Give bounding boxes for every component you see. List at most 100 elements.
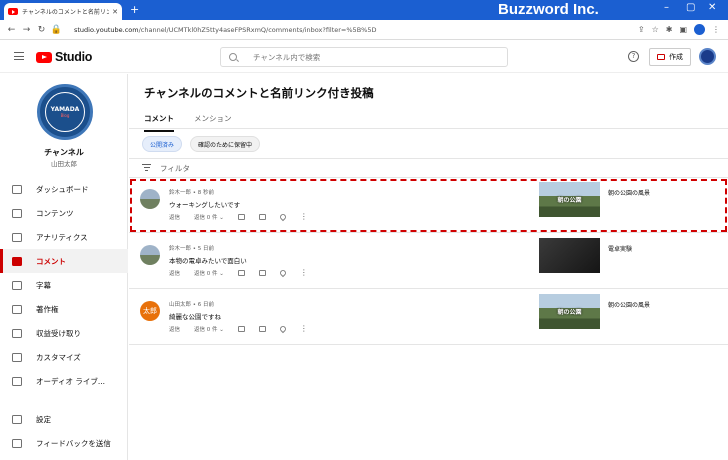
chip-held-for-review[interactable]: 確認のために保留中 — [190, 136, 261, 152]
copyright-icon — [12, 304, 22, 314]
comment-tabs: コメント メンション — [144, 113, 232, 132]
thumbs-down-icon[interactable] — [258, 214, 266, 220]
menu-icon[interactable] — [14, 52, 24, 63]
thumbs-up-icon[interactable] — [237, 270, 245, 276]
browser-tab[interactable]: チャンネルのコメントと名前リンク付き ✕ — [4, 3, 122, 20]
channel-avatar[interactable]: YAMADA Blog — [37, 84, 93, 140]
thumbs-up-icon[interactable] — [237, 326, 245, 332]
studio-header: Studio ? 作成 — [0, 41, 728, 73]
more-options-icon[interactable]: ⋮ — [300, 213, 308, 221]
video-thumbnail[interactable]: 朝の公園 — [539, 294, 600, 329]
customize-icon — [12, 352, 22, 362]
maximize-icon[interactable]: ▢ — [686, 2, 695, 13]
earn-icon — [12, 328, 22, 338]
minimize-icon[interactable]: – — [664, 2, 669, 13]
comment-text: ウォーキングしたいです — [169, 201, 241, 209]
video-title[interactable]: 朝の公園の風景 — [608, 188, 650, 197]
sidebar-nav: ダッシュボード コンテンツ アナリティクス コメント 字幕 著作権 収益受け取り… — [0, 177, 128, 393]
chip-published[interactable]: 公開済み — [142, 136, 183, 152]
thumbs-down-icon[interactable] — [258, 326, 266, 332]
tab-mentions[interactable]: メンション — [194, 113, 232, 132]
more-options-icon[interactable]: ⋮ — [300, 269, 308, 277]
account-avatar[interactable] — [699, 48, 716, 65]
share-icon[interactable]: ⇪ — [638, 25, 645, 34]
divider — [129, 158, 728, 159]
comment-text: 本物の電卓みたいで面白い — [169, 257, 247, 265]
comment-meta: 鈴木一郎 • 8 秒前 — [169, 190, 215, 196]
studio-logo[interactable]: Studio — [36, 50, 92, 64]
sidebar-item-copyright[interactable]: 著作権 — [0, 297, 128, 321]
comment-row: 太郎 山田太郎 • 6 日前 綺麗な公園ですね 返信 返信 0 件 ⌄ ⋮ 朝の… — [129, 290, 728, 345]
sidebar-item-settings[interactable]: 設定 — [0, 407, 128, 431]
comments-icon — [12, 256, 22, 266]
reply-button[interactable]: 返信 — [169, 213, 180, 221]
sidebar-item-content[interactable]: コンテンツ — [0, 201, 128, 225]
lock-icon: 🔒 — [50, 24, 63, 35]
comment-text: 綺麗な公園ですね — [169, 313, 221, 321]
sidebar-bottom-nav: 設定 フィードバックを送信 — [0, 407, 128, 455]
comment-meta: 山田太郎 • 6 日前 — [169, 302, 215, 308]
thumbs-up-icon[interactable] — [237, 214, 245, 220]
sidebar-item-comments[interactable]: コメント — [0, 249, 128, 273]
sidebar-item-analytics[interactable]: アナリティクス — [0, 225, 128, 249]
sidebar: YAMADA Blog チャンネル 山田太郎 ダッシュボード コンテンツ アナリ… — [0, 74, 128, 460]
sidebar-item-dashboard[interactable]: ダッシュボード — [0, 177, 128, 201]
sidepanel-icon[interactable]: ▣ — [679, 25, 687, 34]
settings-icon — [12, 414, 22, 424]
thumbs-down-icon[interactable] — [258, 270, 266, 276]
status-chips: 公開済み 確認のために保留中 — [142, 136, 261, 152]
channel-owner-name: 山田太郎 — [51, 160, 77, 168]
commenter-avatar[interactable]: 太郎 — [140, 301, 160, 321]
reply-button[interactable]: 返信 — [169, 269, 180, 277]
replies-dropdown[interactable]: 返信 0 件 ⌄ — [194, 269, 224, 277]
forward-icon[interactable]: → — [19, 25, 34, 35]
search-input[interactable] — [253, 52, 493, 62]
video-thumbnail[interactable] — [539, 238, 600, 273]
new-tab-icon[interactable]: + — [130, 3, 139, 17]
comment-actions: 返信 返信 0 件 ⌄ ⋮ — [169, 324, 308, 334]
commenter-avatar[interactable] — [140, 189, 160, 209]
comment-actions: 返信 返信 0 件 ⌄ ⋮ — [169, 212, 308, 222]
heart-icon[interactable] — [278, 268, 288, 278]
url-field[interactable]: studio.youtube.com/channel/UCMTkl0hZ5tty… — [74, 26, 638, 34]
divider — [129, 128, 728, 129]
bookmark-star-icon[interactable]: ☆ — [652, 25, 659, 34]
channel-label: チャンネル — [44, 148, 84, 157]
youtube-favicon-icon — [8, 8, 18, 15]
video-thumbnail[interactable]: 朝の公園 — [539, 182, 600, 217]
browser-profile-icon[interactable] — [694, 24, 705, 35]
content-icon — [12, 208, 22, 218]
sidebar-item-subtitles[interactable]: 字幕 — [0, 273, 128, 297]
heart-icon[interactable] — [278, 324, 288, 334]
tab-comments[interactable]: コメント — [144, 113, 174, 132]
video-title[interactable]: 朝の公園の風景 — [608, 300, 650, 309]
sidebar-item-customize[interactable]: カスタマイズ — [0, 345, 128, 369]
analytics-icon — [12, 232, 22, 242]
subtitles-icon — [12, 280, 22, 290]
tab-title: チャンネルのコメントと名前リンク付き — [22, 9, 110, 16]
browser-menu-icon[interactable]: ⋮ — [712, 25, 720, 34]
comment-meta: 鈴木一郎 • 5 日前 — [169, 246, 215, 252]
more-options-icon[interactable]: ⋮ — [300, 325, 308, 333]
search-box[interactable] — [220, 47, 508, 67]
replies-dropdown[interactable]: 返信 0 件 ⌄ — [194, 213, 224, 221]
commenter-avatar[interactable] — [140, 245, 160, 265]
replies-dropdown[interactable]: 返信 0 件 ⌄ — [194, 325, 224, 333]
reload-icon[interactable]: ↻ — [34, 25, 49, 35]
tab-close-icon[interactable]: ✕ — [112, 8, 118, 16]
help-icon[interactable]: ? — [628, 51, 639, 62]
video-camera-icon — [657, 54, 665, 60]
address-bar: ← → ↻ 🔒 studio.youtube.com/channel/UCMTk… — [0, 20, 728, 40]
sidebar-item-feedback[interactable]: フィードバックを送信 — [0, 431, 128, 455]
video-title[interactable]: 電卓実験 — [608, 244, 632, 253]
sidebar-item-audio-library[interactable]: オーディオ ライブ... — [0, 369, 128, 393]
create-button[interactable]: 作成 — [649, 48, 691, 66]
back-icon[interactable]: ← — [4, 25, 19, 35]
comment-row: 鈴木一郎 • 8 秒前 ウォーキングしたいです 返信 返信 0 件 ⌄ ⋮ 朝の… — [129, 178, 728, 233]
reply-button[interactable]: 返信 — [169, 325, 180, 333]
filter-bar[interactable]: フィルタ — [142, 163, 190, 174]
heart-icon[interactable] — [278, 212, 288, 222]
sidebar-item-earn[interactable]: 収益受け取り — [0, 321, 128, 345]
extensions-icon[interactable]: ✱ — [666, 25, 673, 34]
close-window-icon[interactable]: ✕ — [708, 2, 716, 13]
